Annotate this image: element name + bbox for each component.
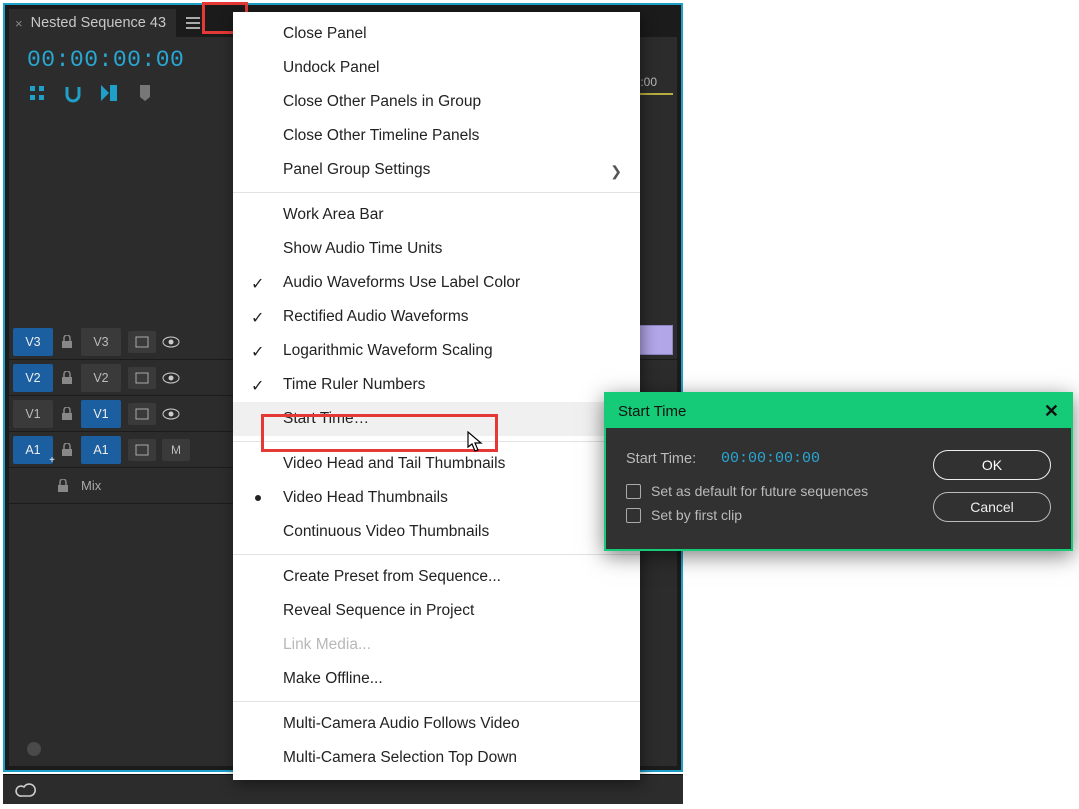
track-src-v2[interactable]: V2	[13, 364, 53, 392]
track-tgt-v2[interactable]: V2	[81, 364, 121, 392]
lock-icon[interactable]	[53, 479, 73, 493]
creative-cloud-icon	[15, 782, 37, 798]
menu-head-thumbs[interactable]: Video Head Thumbnails	[233, 481, 640, 515]
start-time-input[interactable]: 00:00:00:00	[721, 450, 820, 467]
marker-icon[interactable]	[135, 83, 155, 103]
dialog-body: Start Time: 00:00:00:00 Set as default f…	[606, 428, 1071, 549]
snap-icon[interactable]	[63, 83, 83, 103]
track-sync-lock-icon[interactable]	[128, 367, 156, 389]
bullet-icon	[255, 495, 261, 501]
check-icon: ✓	[251, 274, 264, 294]
tab-title: Nested Sequence 43	[31, 15, 166, 31]
track-tgt-v3[interactable]: V3	[81, 328, 121, 356]
eye-icon[interactable]	[159, 408, 183, 420]
lock-icon[interactable]	[57, 443, 77, 457]
menu-separator	[233, 701, 640, 702]
menu-reveal-sequence[interactable]: Reveal Sequence in Project	[233, 594, 640, 628]
dialog-title-text: Start Time	[618, 403, 686, 420]
close-icon[interactable]: ×	[15, 16, 23, 31]
track-sync-lock-icon[interactable]	[128, 439, 156, 461]
menu-logarithmic-scaling[interactable]: ✓Logarithmic Waveform Scaling	[233, 334, 640, 368]
track-tgt-a1[interactable]: A1	[81, 436, 121, 464]
menu-separator	[233, 441, 640, 442]
chevron-right-icon: ❯	[610, 163, 622, 180]
track-src-a1[interactable]: A1+	[13, 436, 53, 464]
menu-head-tail-thumbs[interactable]: Video Head and Tail Thumbnails	[233, 447, 640, 481]
menu-rectified-waveforms[interactable]: ✓Rectified Audio Waveforms	[233, 300, 640, 334]
menu-show-audio-time[interactable]: Show Audio Time Units	[233, 232, 640, 266]
menu-waveform-color[interactable]: ✓Audio Waveforms Use Label Color	[233, 266, 640, 300]
track-sync-lock-icon[interactable]	[128, 403, 156, 425]
menu-close-panel[interactable]: Close Panel	[233, 17, 640, 51]
checkbox-icon[interactable]	[626, 484, 641, 499]
menu-make-offline[interactable]: Make Offline...	[233, 662, 640, 696]
track-tgt-v1[interactable]: V1	[81, 400, 121, 428]
cancel-button[interactable]: Cancel	[933, 492, 1051, 522]
menu-link-media: Link Media...	[233, 628, 640, 662]
mute-button[interactable]: M	[162, 439, 190, 461]
start-time-dialog: Start Time ✕ Start Time: 00:00:00:00 Set…	[604, 392, 1073, 551]
menu-work-area-bar[interactable]: Work Area Bar	[233, 198, 640, 232]
ok-button[interactable]: OK	[933, 450, 1051, 480]
menu-create-preset[interactable]: Create Preset from Sequence...	[233, 560, 640, 594]
menu-separator	[233, 192, 640, 193]
mix-label: Mix	[81, 478, 101, 493]
dialog-titlebar[interactable]: Start Time ✕	[606, 394, 1071, 428]
lock-icon[interactable]	[57, 371, 77, 385]
menu-undock-panel[interactable]: Undock Panel	[233, 51, 640, 85]
horizontal-scroll-thumb[interactable]	[27, 742, 41, 756]
menu-close-other-timeline[interactable]: Close Other Timeline Panels	[233, 119, 640, 153]
lock-icon[interactable]	[57, 407, 77, 421]
close-icon[interactable]: ✕	[1044, 401, 1059, 422]
track-src-v3[interactable]: V3	[13, 328, 53, 356]
menu-panel-group-settings[interactable]: Panel Group Settings❯	[233, 153, 640, 187]
check-icon: ✓	[251, 308, 264, 328]
panel-menu-button[interactable]	[182, 12, 204, 34]
sequence-tab[interactable]: × Nested Sequence 43	[9, 9, 176, 37]
insert-icon[interactable]	[27, 83, 47, 103]
panel-context-menu: Close Panel Undock Panel Close Other Pan…	[233, 12, 640, 780]
menu-mc-top-down[interactable]: Multi-Camera Selection Top Down	[233, 741, 640, 775]
menu-time-ruler-numbers[interactable]: ✓Time Ruler Numbers	[233, 368, 640, 402]
track-sync-lock-icon[interactable]	[128, 331, 156, 353]
track-src-v1[interactable]: V1	[13, 400, 53, 428]
dialog-buttons: OK Cancel	[933, 450, 1051, 522]
eye-icon[interactable]	[159, 372, 183, 384]
menu-continuous-thumbs[interactable]: Continuous Video Thumbnails	[233, 515, 640, 549]
menu-close-other-panels[interactable]: Close Other Panels in Group	[233, 85, 640, 119]
eye-icon[interactable]	[159, 336, 183, 348]
start-time-label: Start Time:	[626, 451, 721, 467]
checkbox-icon[interactable]	[626, 508, 641, 523]
menu-start-time[interactable]: Start Time…	[233, 402, 640, 436]
lock-icon[interactable]	[57, 335, 77, 349]
menu-mc-audio-follows[interactable]: Multi-Camera Audio Follows Video	[233, 707, 640, 741]
linked-selection-icon[interactable]	[99, 83, 119, 103]
check-icon: ✓	[251, 376, 264, 396]
menu-separator	[233, 554, 640, 555]
check-icon: ✓	[251, 342, 264, 362]
